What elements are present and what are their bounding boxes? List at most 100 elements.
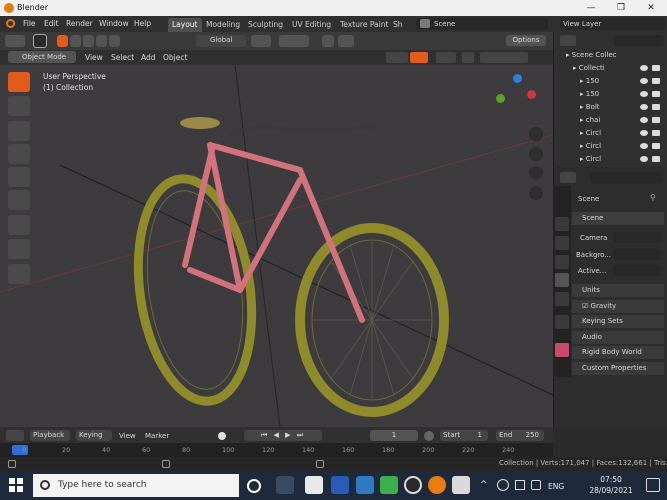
scene-tab-icon[interactable] (555, 273, 569, 287)
shading-modes-icon[interactable] (480, 52, 528, 63)
render-camera-icon[interactable] (652, 78, 660, 84)
visibility-eye-icon[interactable] (640, 130, 648, 136)
object-mode-dropdown[interactable]: Object Mode (8, 51, 76, 63)
current-frame-field[interactable]: 1 (370, 430, 418, 441)
camera-field[interactable] (613, 232, 661, 243)
visibility-eye-icon[interactable] (640, 143, 648, 149)
tab-modeling[interactable]: Modeling (202, 18, 244, 32)
menu-file[interactable]: File (23, 19, 36, 28)
properties-section[interactable]: Custom Properties (572, 362, 664, 375)
editor-type-icon[interactable] (5, 35, 25, 47)
mode-intersect-icon[interactable] (109, 35, 120, 47)
measure-tool-icon[interactable] (8, 239, 30, 259)
properties-section[interactable]: Keying Sets (572, 315, 664, 329)
scene-panel-header[interactable]: Scene (572, 212, 664, 225)
grid-view-icon[interactable] (529, 186, 543, 200)
properties-section[interactable]: Rigid Body World (572, 346, 664, 360)
menu-render[interactable]: Render (66, 19, 93, 28)
y-axis-icon[interactable] (496, 94, 505, 103)
tab-shading[interactable]: Sh (389, 18, 407, 32)
header-menu-select[interactable]: Select (111, 53, 134, 62)
playback-controls[interactable]: ⏮ ◀ ▶ ⏭ (244, 430, 322, 441)
properties-search-input[interactable] (590, 172, 662, 183)
world-tab-icon[interactable] (555, 292, 569, 306)
outliner-row[interactable]: ▸ Collecti (573, 62, 605, 75)
render-tab-icon[interactable] (555, 236, 569, 250)
render-camera-icon[interactable] (652, 104, 660, 110)
properties-section[interactable]: Audio (572, 330, 664, 344)
end-frame-field[interactable]: End 250 (496, 430, 544, 441)
outliner-row[interactable]: ▸ Bolt (580, 101, 600, 114)
pan-icon[interactable] (529, 147, 543, 161)
timeline-menu-marker[interactable]: Marker (145, 432, 169, 440)
overlay-icon[interactable] (436, 52, 456, 63)
taskbar-clock[interactable]: 07:50 28/09/2021 (582, 474, 640, 496)
output-tab-icon[interactable] (555, 255, 569, 269)
mode-new-icon[interactable] (57, 35, 68, 47)
maximize-button[interactable]: ❐ (606, 0, 636, 16)
windows-start-icon[interactable] (9, 478, 23, 492)
outliner-row[interactable]: ▸ Circl (580, 153, 601, 166)
cursor-tool-icon[interactable] (8, 96, 30, 116)
tray-chevron-icon[interactable]: ^ (480, 480, 488, 490)
tab-uv-editing[interactable]: UV Editing (288, 18, 335, 32)
outliner-row[interactable]: ▸ Circl (580, 127, 601, 140)
visibility-eye-icon[interactable] (640, 117, 648, 123)
photos-icon[interactable] (452, 476, 470, 494)
network-icon[interactable] (515, 480, 525, 490)
cortana-icon[interactable] (247, 479, 261, 493)
active-clip-field[interactable] (613, 265, 661, 276)
3d-viewport[interactable] (0, 65, 553, 427)
menu-window[interactable]: Window (99, 19, 129, 28)
word-icon[interactable] (331, 476, 349, 494)
header-menu-object[interactable]: Object (163, 53, 187, 62)
excel-icon[interactable] (380, 476, 398, 494)
outliner-editor-icon[interactable] (560, 35, 576, 46)
visibility-eye-icon[interactable] (640, 65, 648, 71)
camera-view-icon[interactable] (529, 166, 543, 180)
tab-layout[interactable]: Layout (168, 18, 202, 32)
render-camera-icon[interactable] (652, 65, 660, 71)
notifications-icon[interactable] (646, 478, 660, 492)
properties-section[interactable]: ☑ Gravity (572, 299, 664, 313)
navigation-gizmo[interactable] (496, 74, 542, 114)
close-button[interactable]: ✕ (636, 0, 666, 16)
orientation-dropdown[interactable]: Global (196, 35, 246, 47)
texture-tab-icon[interactable] (555, 343, 569, 357)
select-box-icon[interactable] (33, 34, 47, 48)
playback-dropdown[interactable]: Playback (30, 430, 70, 441)
outliner-row[interactable]: ▸ 150 (580, 75, 599, 88)
tool-tab-icon[interactable] (555, 217, 569, 231)
falloff-icon[interactable] (338, 35, 354, 47)
mode-extend-icon[interactable] (70, 35, 81, 47)
scale-tool-icon[interactable] (8, 167, 30, 187)
timeline-menu-view[interactable]: View (119, 432, 136, 440)
add-cube-tool-icon[interactable] (8, 264, 30, 284)
xray-icon[interactable] (462, 52, 474, 63)
language-indicator[interactable]: ENG (548, 482, 564, 491)
file-explorer-icon[interactable] (305, 476, 323, 494)
outliner-row[interactable]: ▸ Circl (580, 140, 601, 153)
clock-icon[interactable] (424, 431, 434, 441)
header-menu-add[interactable]: Add (141, 53, 156, 62)
outliner-search-input[interactable] (614, 35, 664, 46)
z-axis-icon[interactable] (513, 74, 522, 83)
obs-icon[interactable] (404, 476, 422, 494)
scene-selector[interactable]: Scene (416, 18, 548, 30)
keying-dropdown[interactable]: Keying (76, 430, 112, 441)
transform-tool-icon[interactable] (8, 190, 30, 210)
visibility-eye-icon[interactable] (640, 104, 648, 110)
pivot-point-icon[interactable] (251, 35, 271, 47)
record-icon[interactable] (218, 432, 226, 440)
visibility-eye-icon[interactable] (640, 91, 648, 97)
visibility-eye-icon[interactable] (640, 156, 648, 162)
proportional-editing-icon[interactable] (322, 35, 334, 47)
volume-icon[interactable] (531, 480, 541, 490)
minimize-button[interactable]: — (576, 0, 606, 16)
x-axis-icon[interactable] (527, 90, 536, 99)
outliner-row[interactable]: ▸ chai (580, 114, 600, 127)
start-frame-field[interactable]: Start 1 (440, 430, 488, 441)
pin-icon[interactable]: ⚲ (650, 193, 656, 202)
task-view-icon[interactable] (276, 476, 294, 494)
rotate-tool-icon[interactable] (8, 144, 30, 164)
